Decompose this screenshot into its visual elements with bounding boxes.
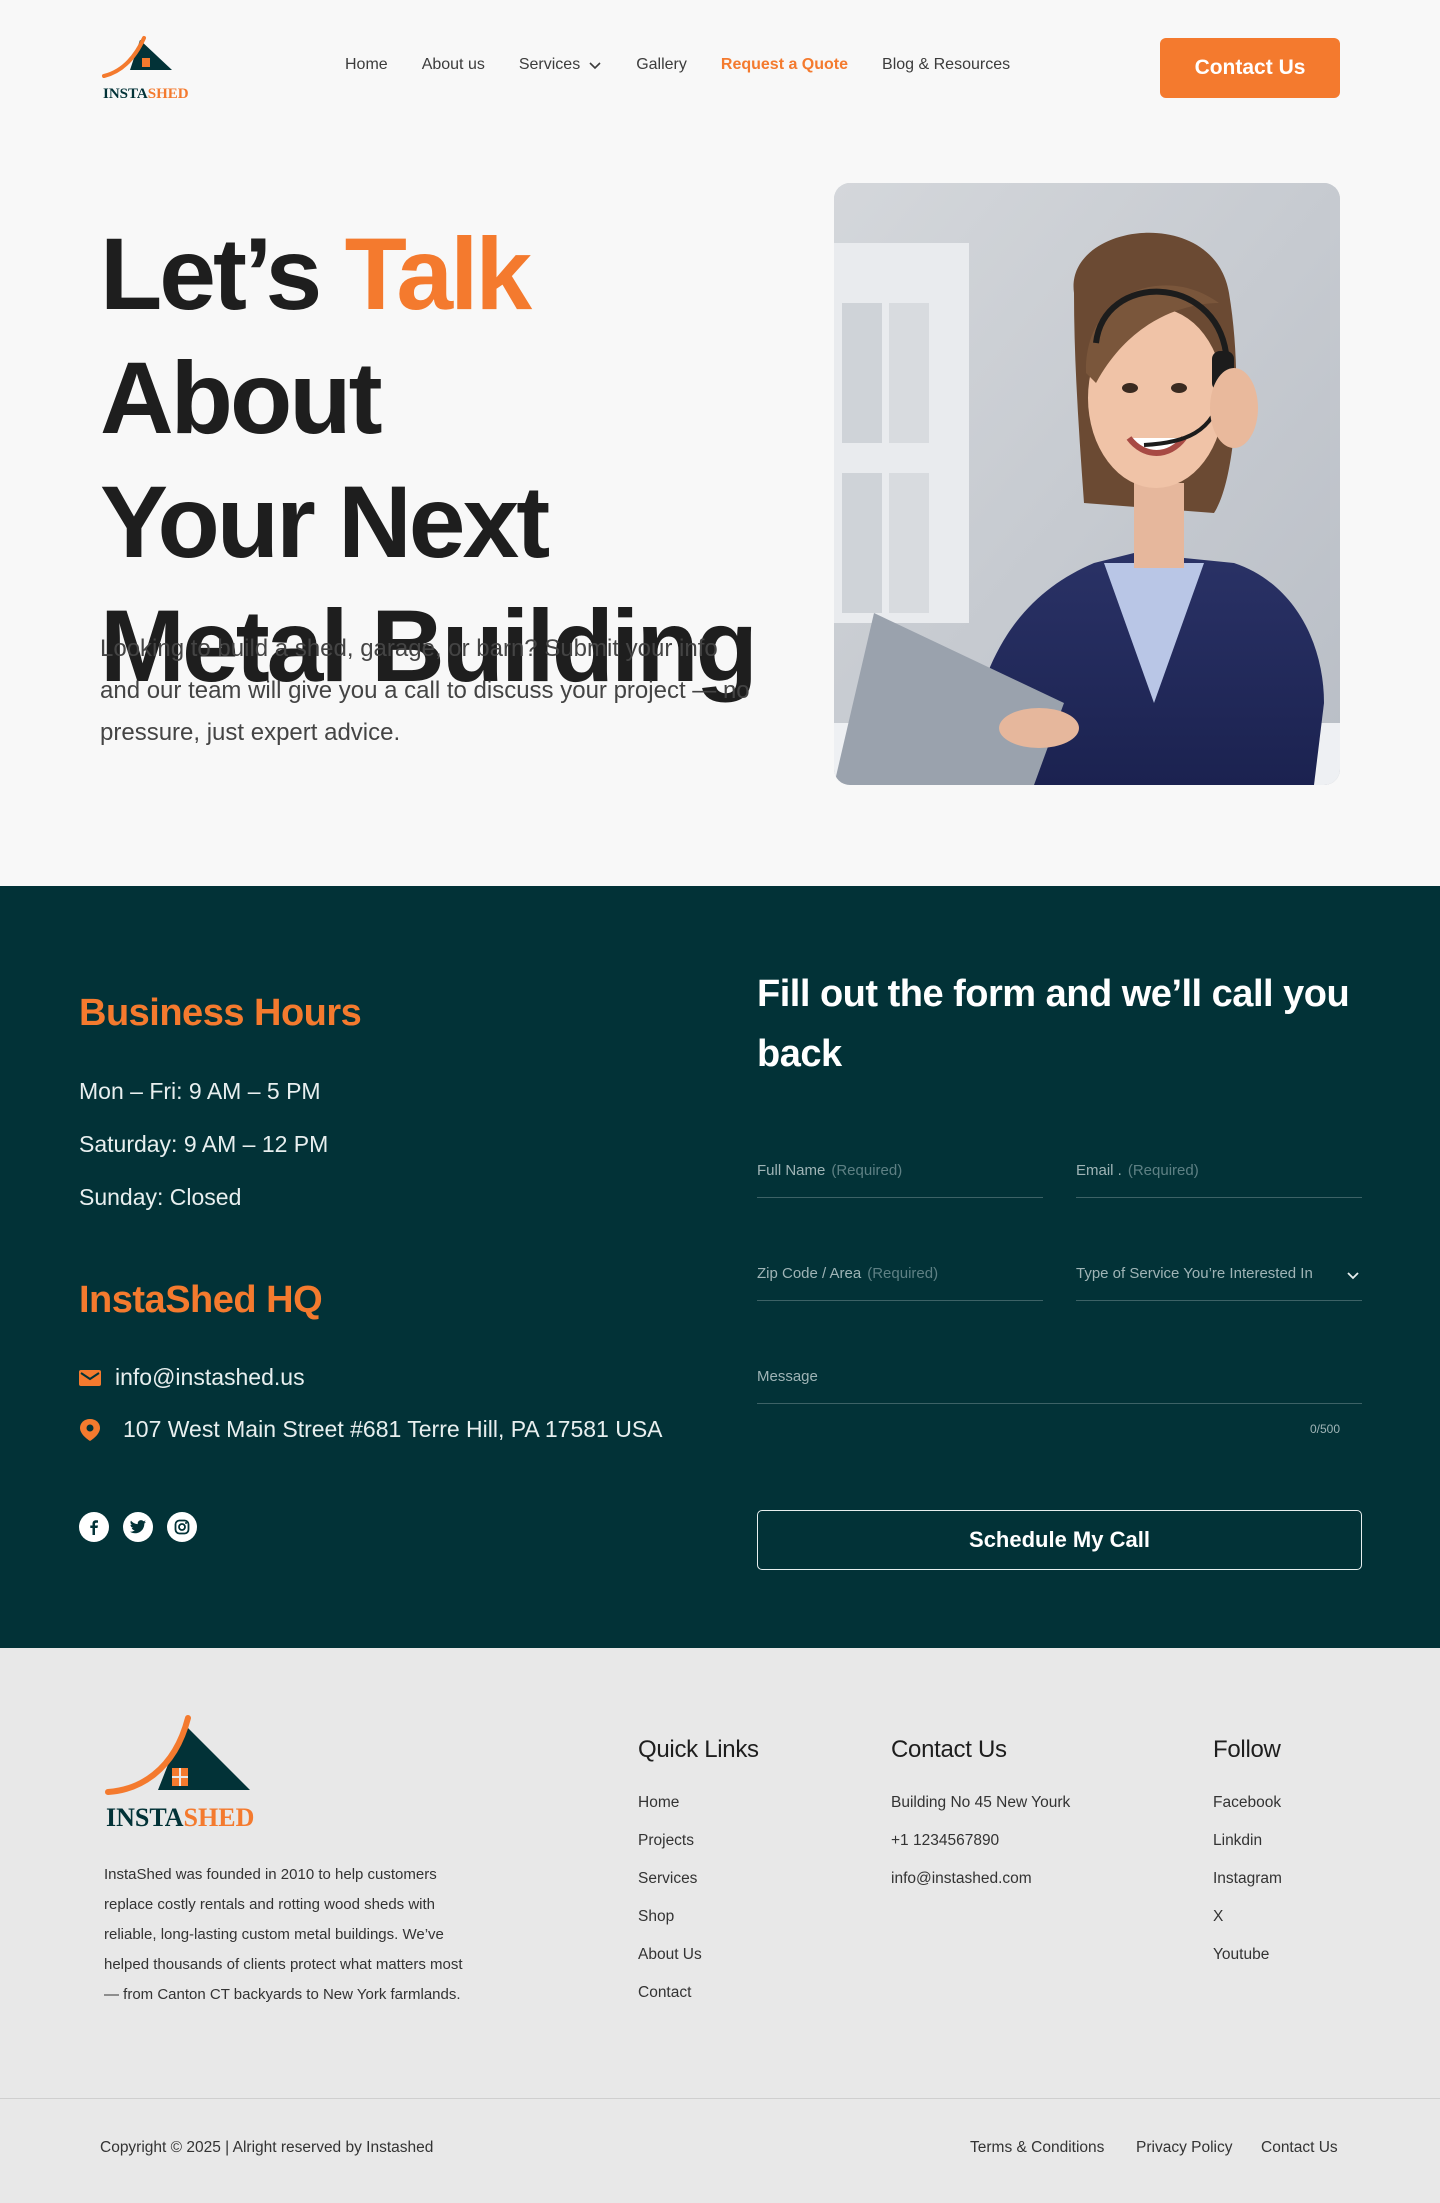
svg-text:INSTASHED: INSTASHED	[106, 1803, 254, 1832]
full-name-label-text: Full Name	[757, 1162, 826, 1179]
footer-phone[interactable]: +1 1234567890	[891, 1832, 999, 1850]
footer-divider	[0, 2098, 1440, 2099]
schedule-call-button[interactable]: Schedule My Call	[757, 1510, 1362, 1570]
email-row[interactable]: info@instashed.us	[79, 1364, 305, 1391]
hero-title-word: About	[100, 341, 383, 455]
email-text: info@instashed.us	[115, 1364, 305, 1390]
hours-sunday: Sunday: Closed	[79, 1184, 242, 1210]
footer-about-text: InstaShed was founded in 2010 to help cu…	[104, 1866, 463, 2003]
nav-services-label: Services	[518, 56, 581, 73]
instashed-logo[interactable]: INSTASHED	[100, 32, 190, 104]
location-pin-icon	[80, 1418, 100, 1441]
hero-photo-support-agent	[834, 183, 1340, 785]
nav-home-label: Home	[345, 56, 388, 73]
nav-blog[interactable]: Blog & Resources	[882, 56, 1010, 74]
site-header: INSTASHED Home About us Services Gallery…	[0, 0, 1440, 136]
footer-link-shop[interactable]: Shop	[638, 1908, 674, 1926]
nav-gallery-label: Gallery	[636, 56, 687, 73]
follow-facebook[interactable]: Facebook	[1213, 1794, 1281, 1812]
follow-instagram[interactable]: Instagram	[1213, 1870, 1282, 1888]
footer-link-home[interactable]: Home	[638, 1794, 679, 1812]
social-links	[79, 1512, 211, 1542]
nav-home[interactable]: Home	[345, 56, 388, 74]
hero-title-line: Your Next	[100, 465, 550, 579]
business-hours-title: Business Hours	[79, 992, 362, 1034]
follow-youtube[interactable]: Youtube	[1213, 1946, 1269, 1964]
nav-services[interactable]: Services	[519, 56, 602, 74]
full-name-field[interactable]: Full Name (Required)	[757, 1148, 1043, 1198]
facebook-icon[interactable]	[79, 1512, 109, 1542]
email-field[interactable]: Email . (Required)	[1076, 1148, 1362, 1198]
nav-gallery[interactable]: Gallery	[636, 56, 687, 74]
instagram-icon[interactable]	[167, 1512, 197, 1542]
hero-description: Looking to build a shed, garage, or barn…	[100, 635, 750, 746]
required-hint: (Required)	[867, 1265, 939, 1282]
service-type-select[interactable]: Type of Service You’re Interested In	[1076, 1251, 1362, 1301]
support-agent-illustration	[834, 183, 1340, 785]
hq-title: InstaShed HQ	[79, 1279, 323, 1321]
mail-icon	[79, 1369, 101, 1386]
footer-link-services[interactable]: Services	[638, 1870, 697, 1888]
footer-link-about[interactable]: About Us	[638, 1946, 702, 1964]
hero-title-accent: Talk	[344, 217, 533, 331]
chevron-down-icon	[589, 62, 601, 70]
zip-code-label-text: Zip Code / Area	[757, 1265, 862, 1282]
message-char-counter: 0/500	[1310, 1422, 1341, 1436]
hero-title-word: Let’s	[100, 217, 322, 331]
follow-title: Follow	[1213, 1736, 1281, 1763]
service-type-label: Type of Service You’re Interested In	[1076, 1265, 1313, 1282]
message-label: Message	[757, 1368, 818, 1385]
footer-link-contact[interactable]: Contact	[638, 1984, 691, 2002]
address-row: 107 West Main Street #681 Terre Hill, PA…	[79, 1416, 663, 1443]
footer-email[interactable]: info@instashed.com	[891, 1870, 1032, 1888]
required-hint: (Required)	[1127, 1162, 1199, 1179]
svg-text:INSTASHED: INSTASHED	[103, 86, 189, 102]
instashed-logo[interactable]: INSTASHED	[104, 1714, 254, 1832]
privacy-link[interactable]: Privacy Policy	[1136, 2139, 1232, 2157]
chevron-down-icon	[1347, 1272, 1359, 1280]
footer-contact-title: Contact Us	[891, 1736, 1007, 1763]
twitter-icon[interactable]	[123, 1512, 153, 1542]
footer-contact-link[interactable]: Contact Us	[1261, 2139, 1338, 2157]
terms-link[interactable]: Terms & Conditions	[970, 2139, 1104, 2157]
zip-code-field[interactable]: Zip Code / Area (Required)	[757, 1251, 1043, 1301]
hours-weekdays: Mon – Fri: 9 AM – 5 PM	[79, 1078, 321, 1104]
email-label: Email . (Required)	[1076, 1162, 1199, 1179]
message-field[interactable]: Message	[757, 1354, 1362, 1404]
follow-x[interactable]: X	[1213, 1908, 1223, 1926]
hours-saturday: Saturday: 9 AM – 12 PM	[79, 1131, 329, 1157]
full-name-label: Full Name (Required)	[757, 1162, 902, 1179]
copyright-text: Copyright © 2025 | Alright reserved by I…	[100, 2139, 434, 2156]
quick-links-title: Quick Links	[638, 1736, 759, 1763]
nav-blog-label: Blog & Resources	[882, 56, 1011, 73]
form-title: Fill out the form and we’ll call you bac…	[757, 973, 1350, 1075]
nav-request-quote-label: Request a Quote	[720, 56, 849, 73]
required-hint: (Required)	[831, 1162, 903, 1179]
zip-code-label: Zip Code / Area (Required)	[757, 1265, 938, 1282]
main-nav: Home About us Services Gallery Request a…	[345, 56, 1044, 74]
follow-linkedin[interactable]: Linkdin	[1213, 1832, 1262, 1850]
contact-us-button[interactable]: Contact Us	[1160, 38, 1340, 98]
footer-link-projects[interactable]: Projects	[638, 1832, 694, 1850]
nav-about[interactable]: About us	[422, 56, 485, 74]
footer-address: Building No 45 New Yourk	[891, 1794, 1071, 1811]
site-footer: INSTASHED InstaShed was founded in 2010 …	[0, 1648, 1440, 2203]
address-text: 107 West Main Street #681 Terre Hill, PA…	[123, 1416, 663, 1442]
nav-request-quote[interactable]: Request a Quote	[721, 56, 848, 74]
email-label-text: Email .	[1076, 1162, 1122, 1179]
contact-section: Business Hours Mon – Fri: 9 AM – 5 PM Sa…	[0, 886, 1440, 1648]
nav-about-label: About us	[421, 56, 485, 73]
